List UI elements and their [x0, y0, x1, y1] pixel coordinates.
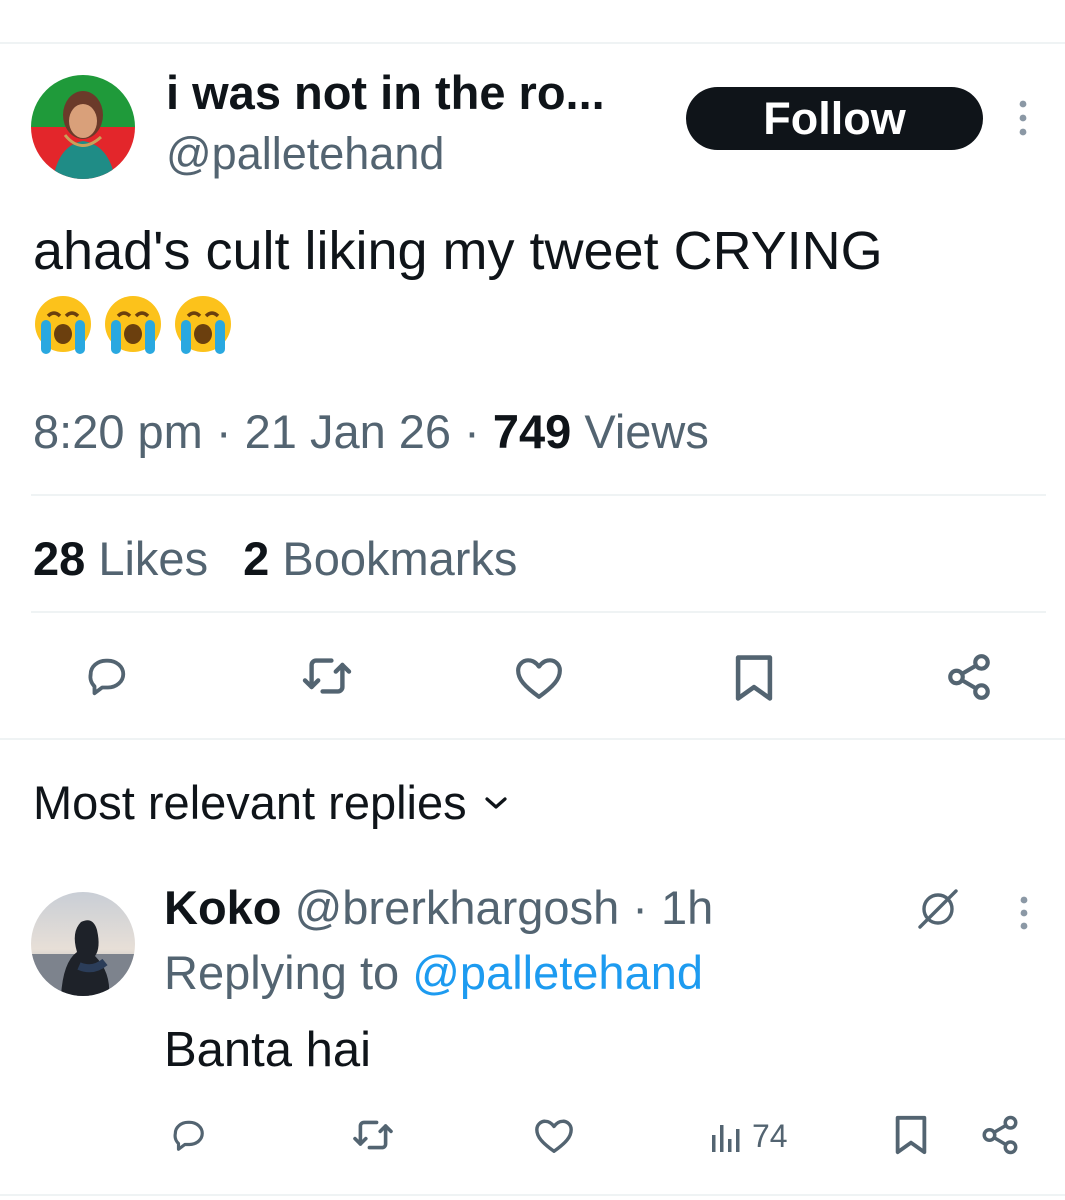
share-icon[interactable] — [944, 652, 994, 702]
reply-share-icon[interactable] — [979, 1114, 1021, 1156]
author-avatar[interactable] — [31, 75, 135, 179]
reply-bookmark-icon[interactable] — [893, 1114, 929, 1156]
loudly-crying-face-emoji — [102, 292, 164, 356]
tweet-text: ahad's cult liking my tweet CRYING — [33, 221, 883, 281]
bottom-divider — [0, 1194, 1065, 1196]
reply-repost-icon[interactable] — [351, 1117, 395, 1153]
chevron-down-icon — [483, 794, 509, 812]
loudly-crying-face-emoji — [172, 292, 234, 356]
tweet-time[interactable]: 8:20 pm — [33, 405, 203, 458]
reply-avatar[interactable] — [31, 892, 135, 996]
follow-button[interactable]: Follow — [686, 87, 983, 150]
reply-author-name[interactable]: Koko — [164, 881, 282, 934]
reply-reply-icon[interactable] — [167, 1116, 209, 1154]
likes-label: Likes — [98, 532, 209, 585]
like-icon[interactable] — [514, 655, 564, 699]
reply-header: Koko @brerkhargosh · 1h — [164, 881, 713, 935]
reply-icon[interactable] — [80, 653, 132, 699]
views-label: Views — [584, 405, 709, 458]
replying-to-line: Replying to @palletehand — [164, 946, 703, 1000]
reply-separator: · — [632, 881, 648, 934]
meta-separator: · — [215, 405, 232, 458]
replies-sort-label: Most relevant replies — [33, 776, 467, 829]
views-count: 749 — [492, 405, 572, 458]
author-display-name[interactable]: i was not in the ro... — [166, 66, 605, 120]
more-options-icon[interactable] — [1010, 96, 1036, 142]
reply-more-options-icon[interactable] — [1011, 893, 1037, 933]
replying-to-prefix: Replying to — [164, 946, 400, 999]
likes-count: 28 — [33, 532, 86, 585]
tweet-date[interactable]: 21 Jan 26 — [245, 405, 451, 458]
bookmarks-count: 2 — [243, 532, 270, 585]
bookmark-icon[interactable] — [733, 653, 775, 703]
bookmarks-stat[interactable]: 2 Bookmarks — [243, 532, 517, 585]
engagement-stats: 28 Likes 2 Bookmarks — [33, 532, 517, 586]
meta-separator: · — [464, 405, 480, 458]
stats-divider-bottom — [31, 611, 1046, 613]
reply-views-count: 74 — [752, 1117, 788, 1154]
likes-stat[interactable]: 28 Likes — [33, 532, 221, 585]
replies-sort-dropdown[interactable]: Most relevant replies — [33, 775, 509, 831]
reply-author-handle[interactable]: @brerkhargosh — [295, 881, 620, 934]
section-divider — [0, 738, 1065, 740]
reply-text: Banta hai — [164, 1023, 372, 1077]
reply-like-icon[interactable] — [533, 1117, 575, 1153]
grok-icon[interactable] — [914, 886, 962, 932]
views-bar-chart-icon — [708, 1117, 748, 1155]
repost-icon[interactable] — [300, 654, 354, 698]
reply-views[interactable]: 74 — [708, 1114, 788, 1158]
top-divider — [0, 42, 1065, 44]
replying-to-handle-link[interactable]: @palletehand — [412, 946, 703, 999]
follow-label: Follow — [763, 92, 906, 144]
tweet-emojis — [32, 292, 242, 358]
reply-age[interactable]: 1h — [661, 881, 713, 934]
tweet-meta: 8:20 pm · 21 Jan 26 · 749 Views — [33, 405, 709, 459]
bookmarks-label: Bookmarks — [282, 532, 518, 585]
author-handle[interactable]: @palletehand — [166, 128, 444, 180]
loudly-crying-face-emoji — [32, 292, 94, 356]
stats-divider-top — [31, 494, 1046, 496]
